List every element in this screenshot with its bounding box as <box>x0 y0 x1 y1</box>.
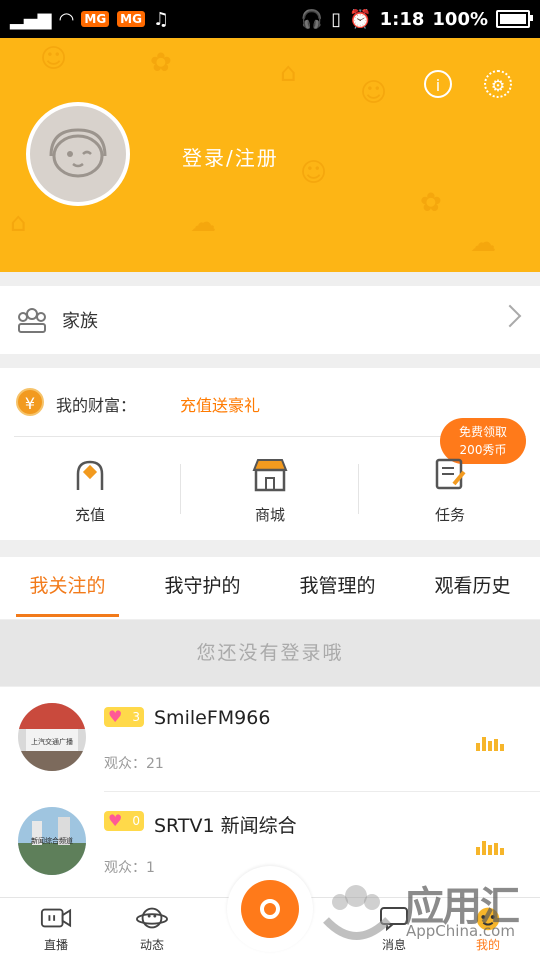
divider <box>358 464 359 514</box>
live-icon <box>40 908 72 928</box>
viewer-count: 观众：21 <box>104 756 164 772</box>
nav-feed[interactable]: 动态 <box>112 904 192 953</box>
nav-live-label: 直播 <box>43 938 68 952</box>
recharge-promo-link[interactable]: 充值送豪礼 <box>180 392 260 416</box>
heart-badge: ♥ 0 <box>104 811 144 831</box>
thumb-text: 新闻综合频道 <box>31 836 73 845</box>
tab-history[interactable]: 观看历史 <box>405 557 540 619</box>
decor-icon: ☺ <box>40 44 68 74</box>
headphone-icon: 🎧 <box>300 8 324 30</box>
channel-name: SmileFM966 <box>154 707 271 729</box>
recharge-button[interactable]: 充值 <box>30 454 150 525</box>
avatar[interactable] <box>26 102 130 206</box>
decor-icon: ☁ <box>470 228 496 258</box>
mgtv-icon: MG <box>81 11 110 27</box>
login-notice[interactable]: 您还没有登录哦 <box>0 620 540 686</box>
battery-icon <box>496 10 533 28</box>
heart-icon: ♥ <box>108 707 123 726</box>
live-bars-icon <box>476 841 504 855</box>
channel-thumbnail: 上汽交通广播 <box>18 703 86 771</box>
watermark-logo-icon <box>323 885 391 940</box>
coin-icon: ¥ <box>16 388 44 416</box>
heart-icon: ♥ <box>108 811 123 830</box>
decor-icon: ✿ <box>420 188 442 218</box>
vibrate-icon: ▯ <box>331 8 342 30</box>
family-label: 家族 <box>62 311 98 332</box>
follow-tabs: 我关注的 我守护的 我管理的 观看历史 <box>0 557 540 619</box>
watermark-en: AppChina.com <box>406 922 515 940</box>
tab-following[interactable]: 我关注的 <box>0 557 135 619</box>
decor-icon: ☺ <box>300 158 328 188</box>
signal-icon: ▂▄▆ <box>10 8 52 30</box>
badge-count: 3 <box>132 710 140 724</box>
mgtv-icon-2: MG <box>117 11 145 27</box>
login-register-link[interactable]: 登录/注册 <box>182 142 279 171</box>
channel-thumbnail: 新闻综合频道 <box>18 807 86 875</box>
start-live-button[interactable] <box>227 866 313 952</box>
music-icon: ♫ <box>152 8 170 30</box>
default-avatar-icon <box>49 128 107 178</box>
heart-badge: ♥ 3 <box>104 707 144 727</box>
live-bars-icon <box>476 737 504 751</box>
wealth-section: ¥ 我的财富： 充值送豪礼 免费领取 200秀币 充值 商城 任务 <box>0 368 540 540</box>
status-time: 1:18 <box>379 8 425 30</box>
status-bar: ▂▄▆ ◠ MG MG ♫ 🎧 ▯ ⏰ 1:18 100% <box>0 0 540 38</box>
decor-icon: ⌂ <box>280 58 297 88</box>
nav-feed-label: 动态 <box>139 938 164 952</box>
decor-icon: ☁ <box>190 208 216 238</box>
recharge-label: 充值 <box>74 506 105 524</box>
alarm-icon: ⏰ <box>349 8 372 30</box>
divider <box>180 464 181 514</box>
battery-percent: 100% <box>432 8 488 30</box>
decor-icon: ⌂ <box>10 208 27 238</box>
recharge-icon <box>76 460 104 490</box>
shop-icon <box>252 459 288 492</box>
shop-button[interactable]: 商城 <box>210 454 330 525</box>
channel-name: SRTV1 新闻综合 <box>154 815 297 837</box>
profile-header: ☺ ✿ ⌂ ☁ ☺ ✿ ☁ ⌂ ☺ 登录/注册 i ⚙ <box>0 38 540 272</box>
thumb-text: 上汽交通广播 <box>31 737 73 746</box>
shop-label: 商城 <box>254 506 285 524</box>
task-label: 任务 <box>434 506 465 524</box>
decor-icon: ☺ <box>360 78 388 108</box>
family-row[interactable]: 家族 <box>0 286 540 354</box>
chevron-right-icon <box>498 304 522 328</box>
nav-live[interactable]: 直播 <box>16 904 96 953</box>
family-icon <box>18 308 46 333</box>
badge-count: 0 <box>132 814 140 828</box>
tab-managing[interactable]: 我管理的 <box>270 557 405 619</box>
free-badge-line1: 免费领取 <box>458 425 507 439</box>
planet-icon <box>136 907 168 929</box>
appchina-watermark: 应用汇 AppChina.com <box>310 872 540 960</box>
list-item[interactable]: 上汽交通广播 ♥ 3 SmileFM966 观众：21 <box>0 687 540 792</box>
task-icon <box>435 458 466 490</box>
gear-icon[interactable]: ⚙ <box>484 70 512 98</box>
viewer-count: 观众：1 <box>104 860 155 876</box>
wifi-icon: ◠ <box>59 8 74 30</box>
info-icon[interactable]: i <box>424 70 452 98</box>
tab-guarding[interactable]: 我守护的 <box>135 557 270 619</box>
task-button[interactable]: 任务 <box>390 454 510 525</box>
record-icon <box>260 899 280 919</box>
wealth-label: 我的财富： <box>56 396 137 415</box>
decor-icon: ✿ <box>150 48 172 78</box>
